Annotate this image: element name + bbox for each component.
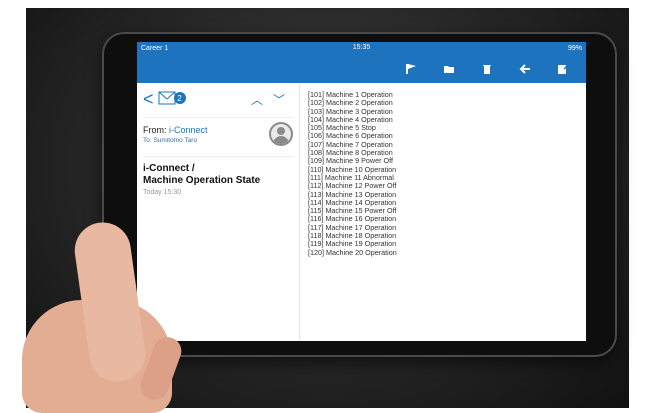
message-time: Today 15:30 <box>143 189 182 196</box>
trash-icon[interactable] <box>480 62 494 76</box>
subject-line-2: Machine Operation State <box>143 175 261 186</box>
unread-badge: 2 <box>173 92 186 104</box>
previous-message-icon[interactable]: ︿ <box>251 91 263 108</box>
next-message-icon[interactable]: ﹀ <box>273 91 285 108</box>
to-line[interactable]: To: Sumitomo Taro <box>143 137 208 144</box>
compose-icon[interactable] <box>556 62 570 76</box>
back-button[interactable]: < <box>143 90 154 108</box>
message-body: [101] Machine 1 Operation [102] Machine … <box>300 83 586 341</box>
subject-line-1: i-Connect / <box>143 163 195 174</box>
mail-icon: 2 <box>158 89 186 109</box>
holding-hand <box>22 210 212 413</box>
sender-name[interactable]: i-Connect <box>169 125 208 135</box>
status-bar: Career 1 15:35 99% <box>137 42 586 54</box>
flag-icon[interactable] <box>404 62 418 76</box>
from-line: From: i-Connect <box>143 124 208 135</box>
clock: 15:35 <box>352 44 371 51</box>
message-line: [120] Machine 20 Operation <box>308 247 397 257</box>
avatar-icon <box>269 122 293 146</box>
folder-icon[interactable] <box>442 62 456 76</box>
arrow-left-icon[interactable] <box>518 62 532 76</box>
mail-toolbar <box>137 54 586 83</box>
